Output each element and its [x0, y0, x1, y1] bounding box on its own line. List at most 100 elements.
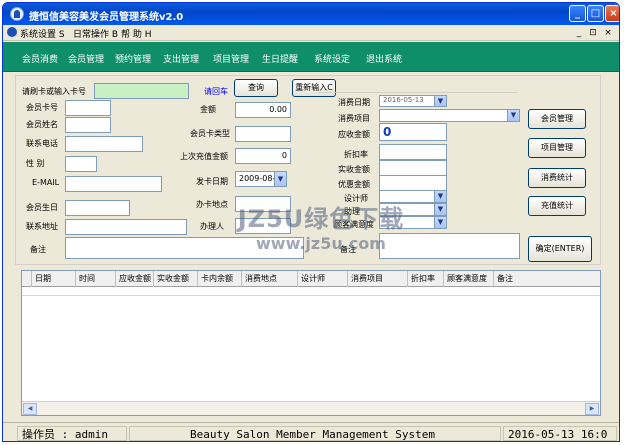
promo-amount-field[interactable] — [379, 175, 447, 191]
main-window: 捷恒信美容美发会员管理系统v2.0 _ □ × 系统设置 S 日常操作 B 帮 … — [2, 2, 620, 442]
card-prompt-label: 请刷卡或输入卡号 — [22, 87, 86, 96]
column-header-remark[interactable]: 备注 — [494, 271, 601, 287]
balance-field[interactable]: 0.00 — [235, 102, 291, 118]
divider — [318, 92, 518, 93]
chevron-down-icon[interactable]: ▼ — [434, 217, 446, 228]
close-button[interactable]: × — [605, 5, 619, 22]
remark-label: 备注 — [30, 245, 46, 254]
actual-amount-field[interactable] — [379, 160, 447, 176]
column-header-satisfaction[interactable]: 顾客满意度 — [444, 271, 494, 287]
table-row[interactable] — [22, 287, 600, 296]
scroll-left-icon[interactable]: ◀ — [23, 403, 37, 415]
menu-bar: 系统设置 S 日常操作 B 帮 助 H _ ⊡ × — [3, 25, 619, 41]
mdi-close-button[interactable]: × — [602, 27, 614, 39]
issue-date-picker[interactable]: 2009-08-27 ▼ — [235, 171, 287, 187]
receivable-field[interactable]: 0 — [379, 123, 447, 141]
title-bar: 捷恒信美容美发会员管理系统v2.0 _ □ × — [3, 3, 619, 25]
chevron-down-icon[interactable]: ▼ — [434, 96, 446, 106]
window-title: 捷恒信美容美发会员管理系统v2.0 — [29, 12, 184, 23]
consumption-stats-button[interactable]: 消费统计 — [528, 168, 586, 188]
column-header-receivable[interactable]: 应收金额 — [116, 271, 154, 287]
column-header-discount[interactable]: 折扣率 — [408, 271, 444, 287]
read-card-link[interactable]: 请回车 — [204, 86, 228, 97]
menu-help[interactable]: 帮 助 H — [121, 27, 152, 40]
consume-date-label: 消费日期 — [338, 98, 370, 107]
nav-member-consumption[interactable]: 会员消费 — [22, 52, 58, 65]
email-label: E-MAIL — [32, 178, 60, 187]
nav-birthday-reminder[interactable]: 生日提醒 — [262, 52, 298, 65]
mdi-minimize-button[interactable]: _ — [573, 27, 585, 39]
birthday-field[interactable] — [65, 200, 130, 216]
discount-label: 折扣率 — [344, 150, 368, 159]
member-management-button[interactable]: 会员管理 — [528, 109, 586, 129]
column-header-designer[interactable]: 设计师 — [298, 271, 348, 287]
card-number-input[interactable] — [94, 83, 189, 99]
member-no-label: 会员卡号 — [26, 103, 58, 112]
member-name-field[interactable] — [65, 117, 111, 133]
maximize-button[interactable]: □ — [587, 5, 604, 22]
scroll-right-icon[interactable]: ▶ — [585, 403, 599, 415]
nav-project-management[interactable]: 项目管理 — [213, 52, 249, 65]
nav-expense-management[interactable]: 支出管理 — [163, 52, 199, 65]
watermark: JZ5U绿色下载 www.jz5u.com — [231, 199, 411, 253]
consume-item-select[interactable]: ▼ — [379, 109, 520, 122]
mdi-restore-button[interactable]: ⊡ — [587, 27, 599, 39]
project-management-button[interactable]: 项目管理 — [528, 138, 586, 158]
consume-date-value: 2016-05-13 — [383, 96, 424, 104]
datetime-status: 2016-05-13 16:0 — [503, 426, 617, 441]
address-field[interactable] — [65, 219, 187, 235]
nav-appointment-management[interactable]: 预约管理 — [115, 52, 151, 65]
receivable-label: 应收金额 — [338, 130, 370, 139]
status-bar: 操作员 : admin Beauty Salon Member Manageme… — [3, 422, 619, 441]
nav-system-config[interactable]: 系统设定 — [314, 52, 350, 65]
query-button[interactable]: 查询 — [234, 79, 278, 97]
discount-field[interactable] — [379, 144, 447, 160]
watermark-url-text: www.jz5u.com — [256, 234, 386, 253]
balance-label: 金额 — [200, 105, 216, 114]
app-name-status: Beauty Salon Member Management System — [129, 426, 501, 441]
minimize-button[interactable]: _ — [569, 5, 586, 22]
member-no-field[interactable] — [65, 100, 111, 116]
phone-label: 联系电话 — [26, 139, 58, 148]
recharge-stats-button[interactable]: 充值统计 — [528, 196, 586, 216]
last-recharge-field[interactable]: 0 — [235, 148, 291, 164]
column-header-date[interactable]: 日期 — [32, 271, 76, 287]
chevron-down-icon[interactable]: ▼ — [434, 191, 446, 202]
last-recharge-label: 上次充值金额 — [180, 152, 228, 161]
confirm-enter-button[interactable]: 确定(ENTER) — [528, 236, 592, 262]
member-name-label: 会员姓名 — [26, 120, 58, 129]
column-header-actual[interactable]: 实收金额 — [154, 271, 198, 287]
menu-system-settings[interactable]: 系统设置 S — [20, 27, 65, 40]
reset-input-button[interactable]: 重新输入C — [292, 79, 336, 97]
chevron-down-icon[interactable]: ▼ — [507, 110, 519, 121]
horizontal-scrollbar[interactable]: ◀ ▶ — [22, 401, 600, 415]
card-type-label: 会员卡类型 — [190, 129, 230, 138]
column-header-balance[interactable]: 卡内余额 — [198, 271, 242, 287]
watermark-main-text: JZ5U绿色下载 — [237, 205, 405, 233]
chevron-down-icon[interactable]: ▼ — [434, 204, 446, 215]
consume-date-picker[interactable]: 2016-05-13 ▼ — [379, 95, 447, 107]
birthday-label: 会员生日 — [26, 203, 58, 212]
promo-amount-label: 优惠金额 — [338, 180, 370, 189]
menu-daily-operations[interactable]: 日常操作 B — [73, 27, 118, 40]
gender-field[interactable] — [65, 156, 97, 172]
nav-member-management[interactable]: 会员管理 — [68, 52, 104, 65]
column-header-item[interactable]: 消费项目 — [348, 271, 408, 287]
phone-field[interactable] — [65, 136, 143, 152]
handler-label: 办理人 — [200, 222, 224, 231]
column-header-location[interactable]: 消费地点 — [242, 271, 298, 287]
issue-date-label: 发卡日期 — [196, 177, 228, 186]
chevron-down-icon[interactable]: ▼ — [274, 172, 286, 186]
grid-header: 日期 时间 应收金额 实收金额 卡内余额 消费地点 设计师 消费项目 折扣率 顾… — [22, 271, 600, 287]
address-label: 联系地址 — [26, 222, 58, 231]
grid-header-corner — [22, 271, 32, 287]
mdi-app-icon — [7, 27, 17, 37]
email-field[interactable] — [65, 176, 162, 192]
column-header-time[interactable]: 时间 — [76, 271, 116, 287]
nav-exit-system[interactable]: 退出系统 — [366, 52, 402, 65]
app-icon — [10, 7, 24, 21]
card-type-field[interactable] — [235, 126, 291, 142]
consumption-grid[interactable]: 日期 时间 应收金额 实收金额 卡内余额 消费地点 设计师 消费项目 折扣率 顾… — [21, 270, 601, 416]
operator-status: 操作员 : admin — [17, 426, 127, 441]
gender-label: 性 别 — [26, 159, 45, 168]
